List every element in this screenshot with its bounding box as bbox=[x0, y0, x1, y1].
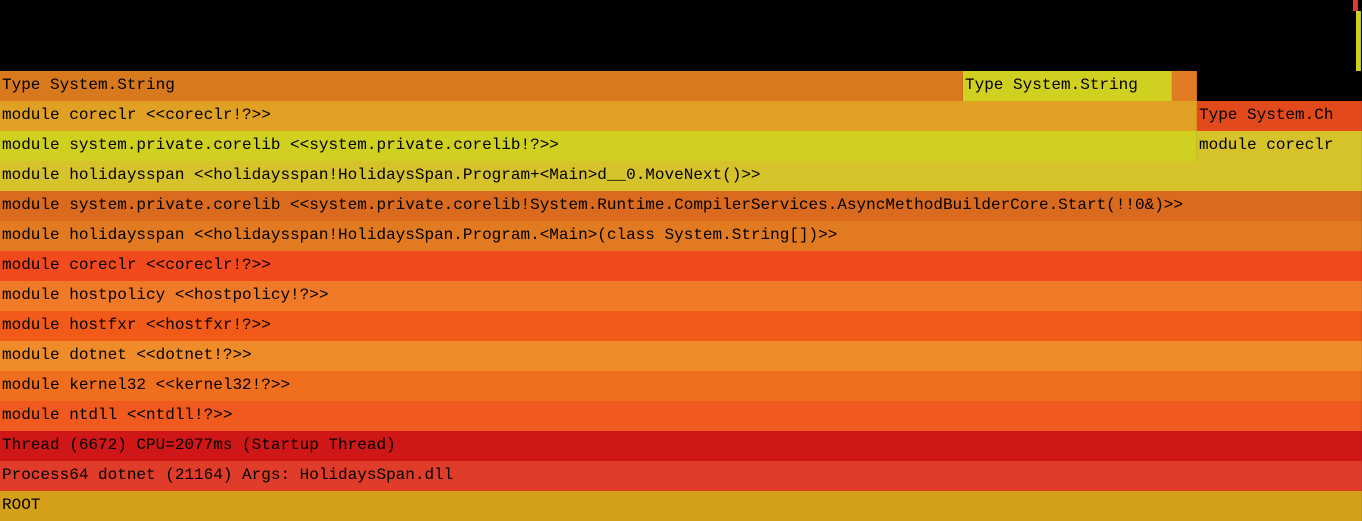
frame-proc[interactable]: Process64 dotnet (21164) Args: HolidaysS… bbox=[0, 461, 1362, 491]
frame-label: module hostpolicy <<hostpolicy!?>> bbox=[2, 286, 328, 304]
frame-top1[interactable] bbox=[1353, 0, 1358, 11]
frame-label: module dotnet <<dotnet!?>> bbox=[2, 346, 252, 364]
frame-label: Process64 dotnet (21164) Args: HolidaysS… bbox=[2, 466, 453, 484]
frame-label: module holidaysspan <<holidaysspan!Holid… bbox=[2, 166, 761, 184]
flame-graph: ROOT Process64 dotnet (21164) Args: Holid… bbox=[0, 0, 1362, 521]
frame-label: module coreclr <<coreclr!?>> bbox=[2, 256, 271, 274]
frame-k32[interactable]: module kernel32 <<kernel32!?>> bbox=[0, 371, 1362, 401]
frame-top3[interactable] bbox=[1356, 41, 1361, 71]
frame-label: module ntdll <<ntdll!?>> bbox=[2, 406, 232, 424]
frame-typech[interactable]: Type System.Ch bbox=[1197, 101, 1362, 131]
frame-tss1[interactable]: Type System.String bbox=[0, 71, 963, 101]
frame-hostpol[interactable]: module hostpolicy <<hostpolicy!?>> bbox=[0, 281, 1362, 311]
frame-label: module system.private.corelib <<system.p… bbox=[2, 196, 1183, 214]
frame-coreclr1[interactable]: module coreclr <<coreclr!?>> bbox=[0, 251, 1362, 281]
frame-label: module hostfxr <<hostfxr!?>> bbox=[2, 316, 271, 334]
frame-spcstart[interactable]: module system.private.corelib <<system.p… bbox=[0, 191, 1362, 221]
frame-label: module coreclr bbox=[1199, 136, 1333, 154]
frame-coreclr2[interactable]: module coreclr bbox=[1197, 131, 1362, 161]
frame-tss2[interactable]: Type System.String bbox=[963, 71, 1172, 101]
frame-label: module holidaysspan <<holidaysspan!Holid… bbox=[2, 226, 837, 244]
frame-dotnet[interactable]: module dotnet <<dotnet!?>> bbox=[0, 341, 1362, 371]
frame-tss3[interactable] bbox=[1172, 71, 1197, 101]
frame-hsmove[interactable]: module holidaysspan <<holidaysspan!Holid… bbox=[0, 161, 1362, 191]
frame-thread[interactable]: Thread (6672) CPU=2077ms (Startup Thread… bbox=[0, 431, 1362, 461]
frame-label: Type System.String bbox=[2, 76, 175, 94]
frame-hsmain[interactable]: module holidaysspan <<holidaysspan!Holid… bbox=[0, 221, 1362, 251]
frame-label: Type System.Ch bbox=[1199, 106, 1333, 124]
frame-label: Type System.String bbox=[965, 76, 1138, 94]
frame-coreclr3[interactable]: module coreclr <<coreclr!?>> bbox=[0, 101, 1197, 131]
frame-label: Thread (6672) CPU=2077ms (Startup Thread… bbox=[2, 436, 396, 454]
frame-label: module coreclr <<coreclr!?>> bbox=[2, 106, 271, 124]
frame-root[interactable]: ROOT bbox=[0, 491, 1362, 521]
frame-spc2[interactable]: module system.private.corelib <<system.p… bbox=[0, 131, 1197, 161]
frame-hostfxr[interactable]: module hostfxr <<hostfxr!?>> bbox=[0, 311, 1362, 341]
frame-ntdll[interactable]: module ntdll <<ntdll!?>> bbox=[0, 401, 1362, 431]
frame-label: module system.private.corelib <<system.p… bbox=[2, 136, 559, 154]
frame-label: ROOT bbox=[2, 496, 40, 514]
frame-top2[interactable] bbox=[1356, 11, 1361, 41]
frame-label: module kernel32 <<kernel32!?>> bbox=[2, 376, 290, 394]
